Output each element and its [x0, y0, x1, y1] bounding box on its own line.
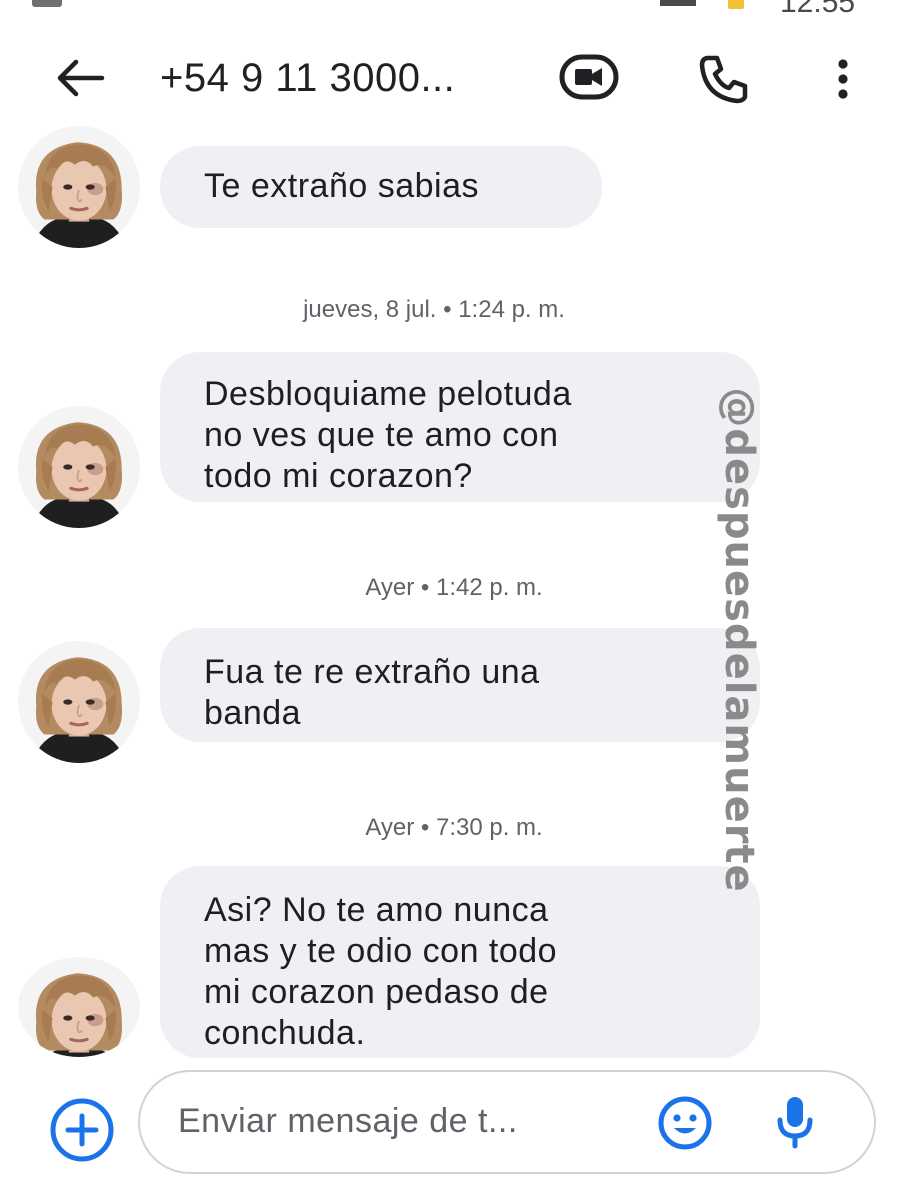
message-text: no ves que te amo con	[204, 416, 559, 454]
avatar-image	[18, 957, 140, 1057]
message-bubble[interactable]: Fua te re extraño una banda	[160, 628, 760, 742]
contact-avatar[interactable]	[18, 641, 140, 763]
more-vert-icon	[838, 59, 848, 99]
message-text: mas y te odio con todo	[204, 932, 558, 970]
avatar-image	[18, 406, 140, 528]
message-text: Desbloquiame pelotuda	[204, 375, 572, 413]
message-text: Te extraño sabias	[204, 167, 479, 205]
emoji-button[interactable]	[656, 1094, 714, 1152]
microphone-icon	[777, 1097, 813, 1149]
watermark-text: @despuesdelamuerte	[716, 387, 762, 893]
back-button[interactable]	[50, 48, 110, 108]
message-bubble[interactable]: Desbloquiame pelotuda no ves que te amo …	[160, 352, 760, 502]
contact-avatar[interactable]	[18, 126, 140, 248]
add-circle-icon	[50, 1098, 114, 1162]
call-button[interactable]	[692, 50, 754, 108]
conversation-header: +54 9 11 3000...	[0, 38, 903, 114]
status-bar: 12:55	[0, 0, 903, 22]
voice-input-button[interactable]	[770, 1092, 820, 1152]
message-text: Asi? No te amo nunca	[204, 891, 549, 929]
message-text: conchuda.	[204, 1014, 366, 1052]
avatar-image	[18, 641, 140, 763]
video-call-icon	[559, 54, 619, 100]
message-text: Fua te re extraño una	[204, 653, 540, 691]
status-time: 12:55	[780, 0, 856, 19]
add-attachment-button[interactable]	[48, 1096, 116, 1164]
message-input[interactable]: Enviar mensaje de t...	[138, 1070, 876, 1174]
signal-icon	[660, 0, 696, 6]
message-bubble[interactable]: Asi? No te amo nunca mas y te odio con t…	[160, 866, 760, 1058]
message-timestamp: jueves, 8 jul. • 1:24 p. m.	[303, 296, 565, 323]
message-text: mi corazon pedaso de	[204, 973, 549, 1011]
battery-icon	[728, 0, 744, 9]
message-timestamp: Ayer • 1:42 p. m.	[365, 574, 543, 601]
emoji-icon	[658, 1096, 712, 1150]
video-call-button[interactable]	[556, 50, 622, 104]
message-text: banda	[204, 694, 302, 732]
contact-avatar[interactable]	[18, 406, 140, 528]
avatar-image	[18, 126, 140, 248]
contact-avatar[interactable]	[18, 957, 140, 1057]
more-options-button[interactable]	[818, 50, 868, 108]
message-timestamp: Ayer • 7:30 p. m.	[365, 814, 543, 841]
notification-icon	[32, 0, 62, 7]
contact-name[interactable]: +54 9 11 3000...	[160, 56, 455, 101]
phone-icon	[699, 55, 748, 104]
message-text: todo mi corazon?	[204, 457, 473, 495]
message-input-placeholder: Enviar mensaje de t...	[178, 1102, 518, 1140]
arrow-back-icon	[57, 59, 105, 97]
message-bubble[interactable]: Te extraño sabias	[160, 146, 602, 228]
